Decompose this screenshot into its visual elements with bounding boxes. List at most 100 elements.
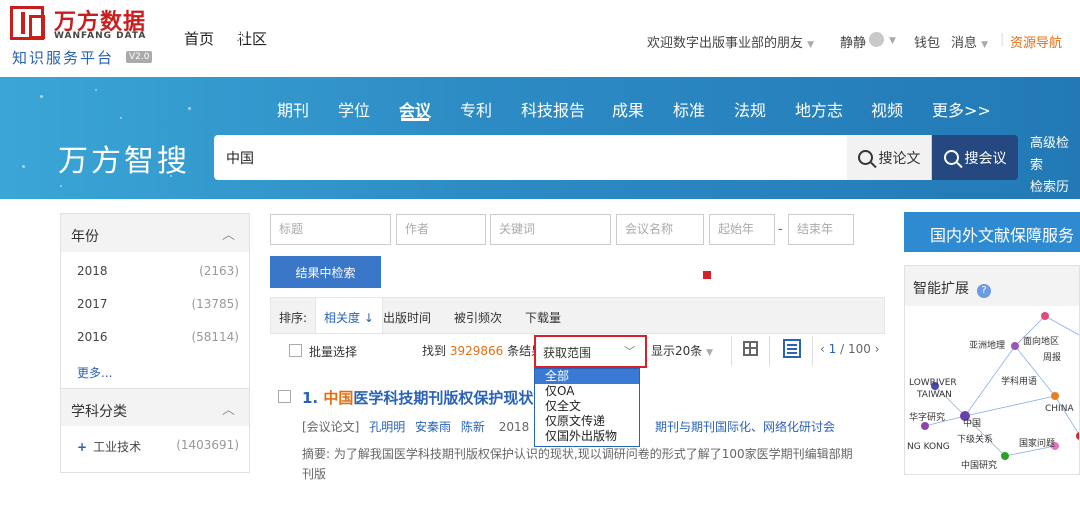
search-input[interactable] [214,135,848,180]
list-view-icon[interactable] [783,339,801,358]
year-count: (58114) [191,330,239,344]
category-more[interactable]: 更多>> [932,97,991,121]
wanfang-logo-icon[interactable] [10,6,45,40]
scope-option-all[interactable]: 全部 [535,369,639,384]
scope-option-fulltext[interactable]: 仅全文 [535,399,639,414]
author-link[interactable]: 陈新 [461,420,485,434]
category-journal[interactable]: 期刊 [277,97,309,121]
chevron-up-icon[interactable]: ︿ [222,224,235,243]
result-title[interactable]: 1. 中国医学科技期刊版权保护现状 [302,387,533,408]
author-link[interactable]: 孔明明 [369,420,405,434]
messages-link[interactable]: 消息 ▼ [951,32,988,51]
author-field[interactable]: 作者 [396,214,486,245]
start-year-field[interactable]: 起始年 [709,214,775,245]
scope-option-delivery[interactable]: 仅原文传递 [535,414,639,429]
smart-expansion-header: 智能扩展? [905,266,1079,306]
search-paper-button[interactable]: 搜论文 [847,135,932,180]
search-in-results-button[interactable]: 结果中检索 [270,256,381,288]
graph-label[interactable]: TAIWAN [917,390,952,400]
category-all[interactable]: 全部 [215,20,247,44]
graph-label[interactable]: 周报 [1043,350,1061,363]
access-scope-menu: 全部 仅OA 仅全文 仅原文传递 仅国外出版物 [534,368,640,447]
access-scope-select[interactable]: 获取范围 ﹀ [534,335,647,368]
year-facet-header[interactable]: 年份 ︿ [61,214,249,252]
year-item-2017[interactable]: 2017 [77,297,108,311]
result-type: [会议论文] [302,420,360,434]
category-regulation[interactable]: 法规 [734,97,766,121]
abstract-text: 为了解我国医学科技期刊版权保护认识的现状,现以调研问卷的形式了解了100家医学期… [302,447,853,481]
user-menu[interactable]: 静静 [840,32,866,51]
conference-link[interactable]: 期刊与期刊国际化、网络化研讨会 [655,420,835,434]
nav-home[interactable]: 首页 [184,28,214,49]
title-field[interactable]: 标题 [270,214,391,245]
graph-label[interactable]: 亚洲地理 [969,338,1005,351]
divider [812,336,813,366]
wallet-link[interactable]: 钱包 [914,32,940,51]
sort-citations[interactable]: 被引频次 [454,309,502,326]
chevron-down-icon: ▼ [807,40,815,50]
year-more-link[interactable]: 更多... [77,364,112,381]
graph-label[interactable]: 中国 [963,416,981,429]
scope-option-oa[interactable]: 仅OA [535,384,639,399]
search-conference-button[interactable]: 搜会议 [932,135,1018,180]
per-page-select[interactable]: 显示20条 ▼ [651,342,713,359]
sort-relevance[interactable]: 相关度 ↓ [315,298,383,333]
select-all-label[interactable]: 批量选择 [309,343,357,360]
graph-label[interactable]: 中国研究 [961,458,997,471]
category-video[interactable]: 视频 [871,97,903,121]
graph-label[interactable]: 华字研究 [909,410,945,423]
scope-option-foreign[interactable]: 仅国外出版物 [535,429,639,444]
sort-downloads[interactable]: 下载量 [525,309,561,326]
conference-name-field[interactable]: 会议名称 [616,214,704,245]
subject-item-industrial-tech[interactable]: + 工业技术 [77,438,141,455]
category-gazetteer[interactable]: 地方志 [795,97,843,121]
resource-nav-link[interactable]: 资源导航 [1010,32,1062,51]
avatar[interactable] [869,32,884,47]
year-item-2016[interactable]: 2016 [77,330,108,344]
total-pages: / 100 [840,342,871,356]
graph-label[interactable]: 下级关系 [957,432,993,445]
year-count: (13785) [191,297,239,311]
graph-label[interactable]: 国家问题 [1019,436,1055,449]
welcome-text[interactable]: 欢迎数字出版事业部的朋友 ▼ [647,32,814,51]
graph-label[interactable]: NG KONG [907,442,950,452]
end-year-field[interactable]: 结束年 [788,214,854,245]
category-standard[interactable]: 标准 [673,97,705,121]
author-link[interactable]: 安秦雨 [415,420,451,434]
year-facet-title: 年份 [71,229,99,245]
select-all-checkbox[interactable] [289,344,302,357]
result-checkbox[interactable] [278,390,291,403]
category-degree[interactable]: 学位 [338,97,370,121]
keyword-field[interactable]: 关键词 [490,214,611,245]
graph-label[interactable]: 学科用语 [1001,374,1037,387]
chevron-down-icon: ▼ [706,348,714,358]
document-service-banner[interactable]: 国内外文献保障服务 [904,212,1080,252]
result-count: 找到 3929866 条结果 [422,342,543,359]
pagination: ‹ 1 / 100 › [820,342,880,356]
advanced-search-link[interactable]: 高级检索 [1030,133,1080,177]
graph-label[interactable]: LOWRIVER [909,378,957,388]
year-item-2018[interactable]: 2018 [77,264,108,278]
graph-label[interactable]: CHINA [1045,404,1074,414]
sort-label: 排序: [279,311,308,325]
category-tech-report[interactable]: 科技报告 [521,97,585,121]
help-icon[interactable]: ? [977,284,991,298]
divider [731,336,732,366]
smart-expansion-panel: 智能扩展? 亚洲地理 面向地区 周报 LOWRIVER TAIWAN 学科用语 … [904,265,1080,475]
sort-publish-time[interactable]: 出版时间 [383,309,431,326]
next-page-button[interactable]: › [875,342,880,356]
subject-facet-header[interactable]: 学科分类 ︿ [61,388,249,426]
grid-view-icon[interactable] [743,341,758,356]
user-name: 静静 [840,36,867,51]
chevron-up-icon[interactable]: ︿ [222,399,235,418]
category-achievement[interactable]: 成果 [612,97,644,121]
logo-subtitle: WANFANG DATA [54,31,147,41]
chevron-down-icon[interactable]: ▼ [889,36,896,46]
category-patent[interactable]: 专利 [460,97,492,121]
title-highlight: 中国 [323,389,354,407]
expand-plus-icon[interactable]: + [77,440,87,454]
range-dash: - [778,222,783,237]
year-count: (2163) [199,264,239,278]
prev-page-button[interactable]: ‹ [820,342,825,356]
graph-label[interactable]: 面向地区 [1023,334,1059,347]
